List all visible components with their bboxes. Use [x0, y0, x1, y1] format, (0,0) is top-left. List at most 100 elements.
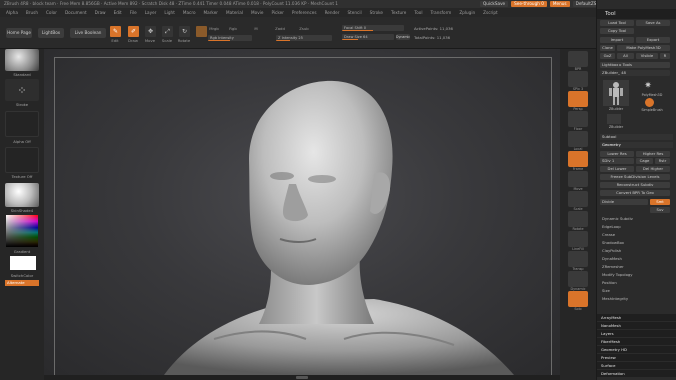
menus-button[interactable]: Menus	[549, 1, 570, 7]
r-button[interactable]: R	[660, 53, 670, 59]
menu-item-draw[interactable]: Draw	[95, 8, 106, 17]
load-tool-button[interactable]: Load Tool	[600, 20, 634, 26]
menu-item-stroke[interactable]: Stroke	[370, 8, 383, 17]
rgb-toggle[interactable]: Rgb	[225, 26, 241, 31]
crease-section[interactable]: Crease	[600, 232, 673, 238]
quicksave-button[interactable]: QuickSave	[480, 1, 509, 7]
menu-item-macro[interactable]: Macro	[183, 8, 196, 17]
convert-bpr-button[interactable]: Convert BPR To Geo	[600, 190, 670, 196]
save-as-button[interactable]: Save As	[636, 20, 670, 26]
focal-shift-slider[interactable]: Focal Shift 0	[342, 25, 404, 31]
reconstruct-subdiv-button[interactable]: Reconstruct Subdiv	[600, 182, 670, 188]
divide-button[interactable]: Divide	[600, 199, 648, 205]
simplebrush-icon[interactable]	[645, 98, 654, 107]
smt-toggle[interactable]: Smt	[650, 199, 670, 205]
shelf-move-icon[interactable]	[568, 171, 588, 187]
menu-item-alpha[interactable]: Alpha	[6, 8, 18, 17]
shelf-floor-icon[interactable]	[568, 111, 588, 127]
material-sphere-icon[interactable]	[5, 183, 39, 207]
switch-color-label[interactable]: SwitchColor	[0, 273, 44, 278]
standard-brush-icon[interactable]	[5, 49, 39, 71]
star-polymesh-icon[interactable]: ✷	[641, 80, 655, 92]
export-button[interactable]: Export	[636, 37, 670, 43]
sculpt-model[interactable]	[44, 49, 560, 375]
menu-item-document[interactable]: Document	[65, 8, 87, 17]
move-icon[interactable]: ✥	[145, 26, 156, 37]
zbuilder-small-icon[interactable]	[607, 114, 621, 124]
tray-section-deformation[interactable]: Deformation	[597, 370, 676, 377]
dynamic-button[interactable]: Dynamic	[396, 34, 410, 40]
rgb-intensity-slider[interactable]: Rgb Intensity	[208, 35, 252, 41]
mrgb-toggle[interactable]: Mrgb	[206, 26, 222, 31]
meshintegrity-section[interactable]: MeshIntegrity	[600, 296, 673, 302]
menu-item-render[interactable]: Render	[325, 8, 340, 17]
scale-icon[interactable]: ⤢	[162, 26, 173, 37]
alternate-button[interactable]: Alternate	[5, 280, 39, 286]
higher-res-button[interactable]: Higher Res	[636, 151, 670, 157]
modify-topology-section[interactable]: Modify Topology	[600, 272, 673, 278]
color-picker[interactable]	[6, 215, 38, 247]
menu-item-picker[interactable]: Picker	[271, 8, 283, 17]
lower-res-button[interactable]: Lower Res	[600, 151, 634, 157]
see-through-slider[interactable]: See-through 0	[511, 1, 547, 7]
menu-item-movie[interactable]: Movie	[251, 8, 263, 17]
shelf-solo-icon[interactable]	[568, 291, 588, 307]
zsub-toggle[interactable]: Zsub	[296, 26, 312, 31]
alpha-slot-icon[interactable]	[5, 111, 39, 137]
menu-item-material[interactable]: Material	[226, 8, 243, 17]
shelf-local-icon[interactable]	[568, 131, 588, 147]
shelf-bpr-icon[interactable]	[568, 51, 588, 67]
size-section[interactable]: Size	[600, 288, 673, 294]
tray-section-geometry-hd[interactable]: Geometry HD	[597, 346, 676, 353]
edit-icon[interactable]: ✎	[110, 26, 121, 37]
bottom-shelf-handle[interactable]	[296, 376, 308, 379]
menu-item-preferences[interactable]: Preferences	[292, 8, 317, 17]
shelf-dynamic-icon[interactable]	[568, 271, 588, 287]
menu-item-file[interactable]: File	[130, 8, 137, 17]
tray-section-preview[interactable]: Preview	[597, 354, 676, 361]
draw-size-slider[interactable]: Draw Size 64	[342, 34, 394, 40]
geometry-section[interactable]: Geometry	[600, 142, 673, 148]
sdiv-slider[interactable]: SDiv 1	[600, 158, 634, 164]
menu-item-stencil[interactable]: Stencil	[347, 8, 361, 17]
menu-item-color[interactable]: Color	[46, 8, 57, 17]
edgeloop-section[interactable]: EdgeLoop	[600, 224, 673, 230]
lightbox-button[interactable]: LightBox	[38, 28, 64, 38]
shelf-persp-icon[interactable]	[568, 91, 588, 107]
tray-section-layers[interactable]: Layers	[597, 330, 676, 337]
import-button[interactable]: Import	[600, 37, 634, 43]
tray-section-nanomesh[interactable]: NanoMesh	[597, 322, 676, 329]
clone-button[interactable]: Clone	[600, 45, 615, 51]
menu-item-texture[interactable]: Texture	[391, 8, 406, 17]
zbuilder-thumb[interactable]	[603, 80, 629, 106]
menu-item-zplugin[interactable]: Zplugin	[459, 8, 475, 17]
shelf-scale-icon[interactable]	[568, 191, 588, 207]
freeze-subdiv-button[interactable]: Freeze SubDivision Levels	[600, 174, 670, 180]
zadd-toggle[interactable]: Zadd	[272, 26, 288, 31]
menu-item-layer[interactable]: Layer	[145, 8, 157, 17]
menu-item-transform[interactable]: Transform	[430, 8, 451, 17]
menu-item-marker[interactable]: Marker	[204, 8, 218, 17]
z-intensity-slider[interactable]: Z Intensity 25	[276, 35, 332, 41]
suv-toggle[interactable]: Suv	[650, 207, 670, 213]
menu-item-tool[interactable]: Tool	[414, 8, 422, 17]
rstr-button[interactable]: Rstr	[655, 158, 670, 164]
shelf-spix-3-icon[interactable]	[568, 71, 588, 87]
shelf-frame-icon[interactable]	[568, 151, 588, 167]
del-lower-button[interactable]: Del Lower	[600, 166, 634, 172]
texture-slot-icon[interactable]	[5, 147, 39, 173]
shelf-transp-icon[interactable]	[568, 251, 588, 267]
m-toggle[interactable]: M	[248, 26, 264, 31]
subtool-section[interactable]: Subtool	[600, 134, 673, 140]
shelf-linefill-icon[interactable]	[568, 231, 588, 247]
tray-section-arraymesh[interactable]: ArrayMesh	[597, 314, 676, 321]
menu-item-brush[interactable]: Brush	[26, 8, 38, 17]
stroke-dots-icon[interactable]: ⁘	[5, 79, 39, 101]
zremesher-section[interactable]: ZRemesher	[600, 264, 673, 270]
shelf-rotate-icon[interactable]	[568, 211, 588, 227]
shadowbox-section[interactable]: ShadowBox	[600, 240, 673, 246]
main-color-swatch[interactable]	[10, 256, 36, 270]
cage-button[interactable]: Cage	[636, 158, 653, 164]
dynamesh-section[interactable]: DynaMesh	[600, 256, 673, 262]
visible-button[interactable]: Visible	[636, 53, 658, 59]
